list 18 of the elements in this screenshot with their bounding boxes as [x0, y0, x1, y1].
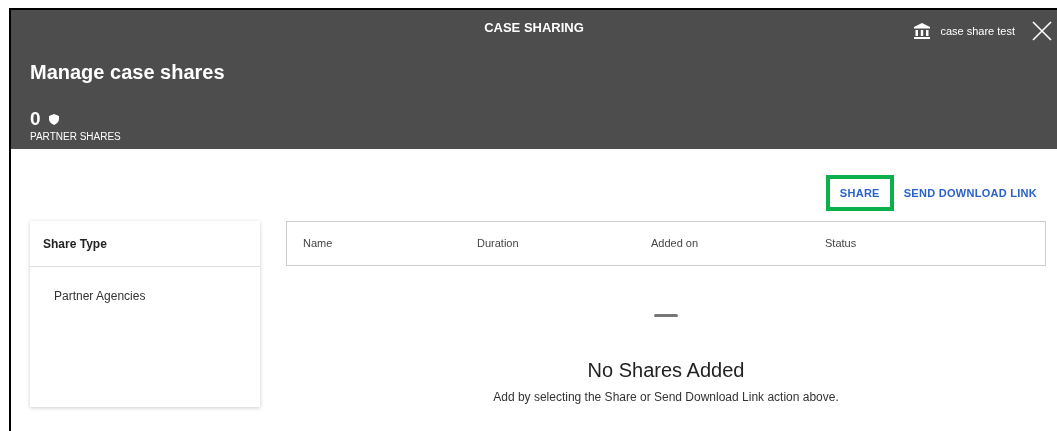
empty-message: Add by selecting the Share or Send Download Link action above. — [493, 389, 839, 406]
card-title: Share Type — [30, 221, 260, 267]
column-header: Added on — [651, 236, 700, 252]
column-header: Name — [303, 236, 334, 252]
column-header: Duration — [477, 236, 520, 252]
share-count-label: PARTNER SHARES — [30, 130, 121, 144]
shield-icon — [48, 113, 59, 125]
page-heading: Manage case shares — [30, 60, 225, 85]
window-title: CASE SHARING — [483, 19, 585, 37]
empty-title: No Shares Added — [587, 358, 745, 383]
column-header: Status — [825, 236, 858, 252]
agency-name: case share test — [940, 23, 1015, 39]
share-count: 0 — [30, 107, 41, 131]
share-type-item[interactable]: Partner Agencies — [30, 285, 260, 307]
action-link[interactable]: SEND DOWNLOAD LINK — [897, 174, 1043, 212]
bank-icon — [914, 23, 931, 39]
empty-icon — [654, 314, 678, 317]
action-link[interactable]: SHARE — [825, 174, 894, 212]
